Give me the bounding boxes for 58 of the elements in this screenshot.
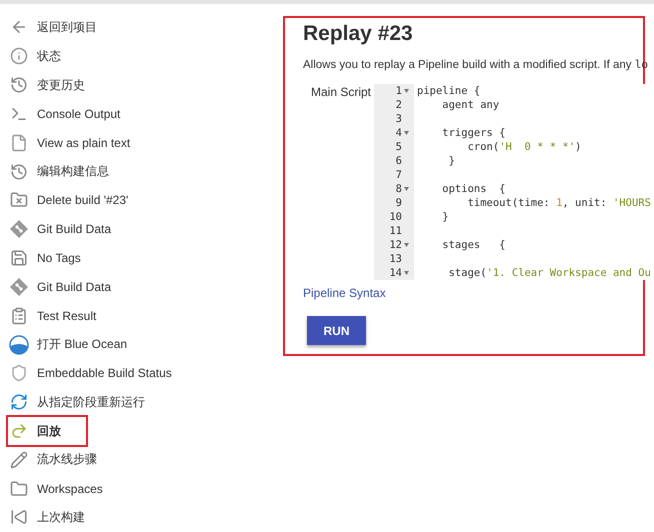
sidebar-item[interactable]: 打开 Blue Ocean: [8, 330, 128, 359]
sidebar-item[interactable]: 上次构建: [8, 503, 85, 532]
skip-back-icon: [10, 508, 28, 526]
sidebar-item[interactable]: Console Output: [8, 99, 120, 128]
info-icon: [10, 47, 28, 66]
fold-icon[interactable]: [404, 89, 408, 93]
line-number: 14: [374, 266, 414, 280]
line-number: 9: [394, 196, 403, 210]
sidebar-item[interactable]: 编辑构建信息: [8, 157, 109, 186]
line-number: 2: [394, 98, 403, 112]
history-icon: [10, 76, 28, 94]
sidebar-item[interactable]: 返回到项目: [8, 13, 97, 42]
sidebar-item[interactable]: No Tags: [8, 244, 81, 272]
clipboard-icon: [10, 306, 28, 325]
page-title: Replay #23: [303, 22, 414, 46]
ocean-icon: [9, 334, 29, 355]
folder-delete-icon: [10, 191, 28, 210]
line-number: 12: [374, 238, 414, 252]
line-number: 10: [388, 210, 403, 224]
line-number: 8: [374, 182, 414, 196]
git-icon: [10, 220, 28, 238]
pipeline-syntax-link[interactable]: Pipeline Syntax: [303, 286, 386, 300]
sidebar-item[interactable]: View as plain text: [8, 128, 130, 158]
fold-icon[interactable]: [404, 187, 408, 191]
sidebar-item[interactable]: 从指定阶段重新运行: [8, 388, 145, 417]
folder-icon: [10, 480, 28, 498]
run-button[interactable]: RUN: [307, 316, 366, 345]
line-number: 3: [394, 112, 403, 126]
redo-arrow-icon: [10, 422, 28, 440]
shield-icon: [10, 364, 28, 382]
git-icon: [10, 278, 28, 296]
sidebar-item[interactable]: 回放: [8, 416, 86, 446]
line-number: 11: [388, 224, 403, 238]
sidebar-item[interactable]: Git Build Data: [8, 214, 112, 244]
sidebar-item[interactable]: Git Build Data: [8, 272, 112, 302]
line-number: 7: [394, 168, 403, 182]
line-number: 13: [388, 252, 403, 266]
history-icon: [10, 162, 28, 181]
fold-icon[interactable]: [404, 243, 408, 247]
script-label: Main Script: [311, 84, 372, 101]
line-number: 1: [374, 84, 414, 98]
sidebar-item[interactable]: 状态: [8, 42, 61, 71]
sidebar-item[interactable]: 变更历史: [8, 70, 85, 100]
fold-icon[interactable]: [404, 271, 408, 275]
line-number: 4: [374, 126, 414, 140]
script-editor[interactable]: 1 2 3 4 5 6 7 8 9 10 11 12 13 14 pipeline { agent any triggers { cron('H 0 * * *') } options { timeout(time: 1, unit: 'HOURS } stages { stage('1. Clear Workspace and Ou: [374, 84, 654, 280]
pencil-icon: [10, 450, 28, 469]
line-number: 5: [394, 140, 403, 154]
document-icon: [10, 134, 28, 152]
refresh-icon: [10, 393, 28, 412]
line-number: 6: [394, 154, 403, 168]
sidebar-item[interactable]: Embeddable Build Status: [8, 358, 172, 388]
sidebar-item[interactable]: 流水线步骤: [8, 445, 97, 474]
sidebar-item[interactable]: Delete build '#23': [8, 186, 128, 215]
fold-icon[interactable]: [404, 131, 408, 135]
sidebar-item[interactable]: Test Result: [8, 301, 96, 330]
sidebar-item[interactable]: Workspaces: [8, 474, 103, 504]
save-icon: [10, 249, 28, 268]
